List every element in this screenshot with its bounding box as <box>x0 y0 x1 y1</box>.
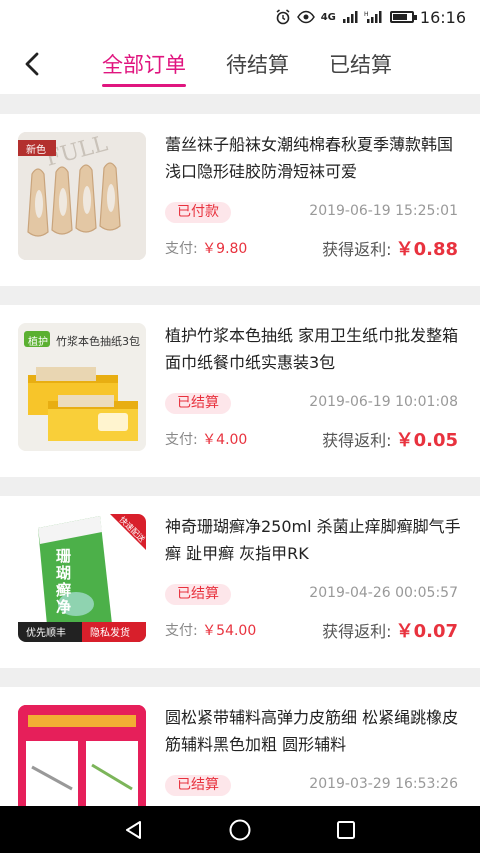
rebate-info: 获得返利: ￥0.05 <box>322 426 458 452</box>
alarm-icon <box>275 9 291 25</box>
eye-icon <box>296 10 315 24</box>
payment-amount: ￥9.80 <box>202 241 248 257</box>
nav-back-button[interactable] <box>81 806 187 853</box>
status-bar: 4G H 16:16 <box>0 0 480 34</box>
status-badge: 已结算 <box>165 775 231 796</box>
rebate-label: 获得返利: <box>322 240 392 259</box>
payment-info: 支付: ￥9.80 <box>165 238 247 258</box>
rebate-value: ￥0.88 <box>395 239 458 260</box>
status-time: 16:16 <box>419 7 466 27</box>
nav-recents-button[interactable] <box>293 806 399 853</box>
payment-info: 支付: ￥4.00 <box>165 429 247 449</box>
signal-4g-icon <box>342 10 358 24</box>
order-date: 2019-06-19 10:01:08 <box>309 394 458 410</box>
payment-label: 支付: <box>165 623 198 639</box>
rebate-value: ￥0.05 <box>395 430 458 451</box>
payment-label: 支付: <box>165 241 198 257</box>
payment-amount: ￥4.00 <box>202 432 248 448</box>
order-list: FULL 新色 蕾丝袜子船袜女潮纯棉春秋夏季薄款韩国浅口隐形硅胶防滑短袜可爱 已… <box>0 94 480 806</box>
status-badge: 已结算 <box>165 393 231 414</box>
product-thumbnail: 植护 竹浆本色抽纸3包 <box>18 323 146 451</box>
rebate-info: 获得返利: ￥0.07 <box>322 617 458 643</box>
thumbnail-caption: 竹浆本色抽纸3包 <box>56 335 140 348</box>
header: 全部订单 待结算 已结算 <box>0 34 480 94</box>
order-title: 蕾丝袜子船袜女潮纯棉春秋夏季薄款韩国浅口隐形硅胶防滑短袜可爱 <box>165 135 454 181</box>
system-nav-bar <box>0 806 480 853</box>
signal-icon: H <box>364 10 382 24</box>
order-card[interactable]: 圆松紧带辅料高弹力皮筋细 松紧绳跳橡皮筋辅料黑色加粗 圆形辅料 已结算 2019… <box>0 687 480 806</box>
rebate-label: 获得返利: <box>322 622 392 641</box>
back-button[interactable] <box>18 48 46 80</box>
product-thumbnail <box>18 705 146 806</box>
thumbnail-privacy-tag: 隐私发货 <box>90 628 130 639</box>
square-recents-icon <box>337 820 355 839</box>
order-title: 植护竹浆本色抽纸 家用卫生纸巾批发整箱面巾纸餐巾纸实惠装3包 <box>165 326 459 372</box>
order-card[interactable]: 珊瑚癣净 快速配送 优先顺丰 隐私发货 神奇珊瑚癣净250ml 杀菌止痒脚癣脚气… <box>0 496 480 668</box>
thumbnail-shipping-tag: 优先顺丰 <box>26 628 66 639</box>
thumbnail-tag: 新色 <box>26 145 46 156</box>
rebate-label: 获得返利: <box>322 431 392 450</box>
circle-home-icon <box>229 819 251 840</box>
svg-text:H: H <box>364 11 369 18</box>
tab-pending-settlement[interactable]: 待结算 <box>206 34 309 94</box>
payment-label: 支付: <box>165 432 198 448</box>
order-date: 2019-06-19 15:25:01 <box>309 203 458 219</box>
product-thumbnail: 珊瑚癣净 快速配送 优先顺丰 隐私发货 <box>18 514 146 642</box>
tab-settled[interactable]: 已结算 <box>309 34 412 94</box>
order-date: 2019-04-26 00:05:57 <box>309 585 458 601</box>
order-tabs: 全部订单 待结算 已结算 <box>82 34 412 94</box>
nav-home-button[interactable] <box>187 806 293 853</box>
triangle-back-icon <box>126 820 141 839</box>
rebate-info: 获得返利: ￥0.88 <box>322 235 458 261</box>
network-label: 4G <box>320 11 336 23</box>
thumbnail-brand: 植护 <box>28 337 48 348</box>
payment-amount: ￥54.00 <box>202 623 257 639</box>
order-card[interactable]: FULL 新色 蕾丝袜子船袜女潮纯棉春秋夏季薄款韩国浅口隐形硅胶防滑短袜可爱 已… <box>0 114 480 286</box>
order-card[interactable]: 植护 竹浆本色抽纸3包 植护竹浆本色抽纸 家用卫生纸巾批发整箱面巾纸餐巾纸实惠装… <box>0 305 480 477</box>
order-title: 圆松紧带辅料高弹力皮筋细 松紧绳跳橡皮筋辅料黑色加粗 圆形辅料 <box>165 708 459 754</box>
battery-icon <box>389 11 417 23</box>
payment-info: 支付: ￥54.00 <box>165 620 256 640</box>
tab-all-orders[interactable]: 全部订单 <box>82 34 206 94</box>
chevron-left-icon <box>25 52 39 76</box>
rebate-value: ￥0.07 <box>395 621 458 642</box>
status-badge: 已结算 <box>165 584 231 605</box>
status-badge: 已付款 <box>165 202 231 223</box>
order-title: 神奇珊瑚癣净250ml 杀菌止痒脚癣脚气手癣 趾甲癣 灰指甲RK <box>165 517 461 563</box>
thumbnail-product-name: 珊瑚癣净 <box>56 547 72 616</box>
product-thumbnail: FULL 新色 <box>18 132 146 260</box>
order-date: 2019-03-29 16:53:26 <box>309 776 458 792</box>
